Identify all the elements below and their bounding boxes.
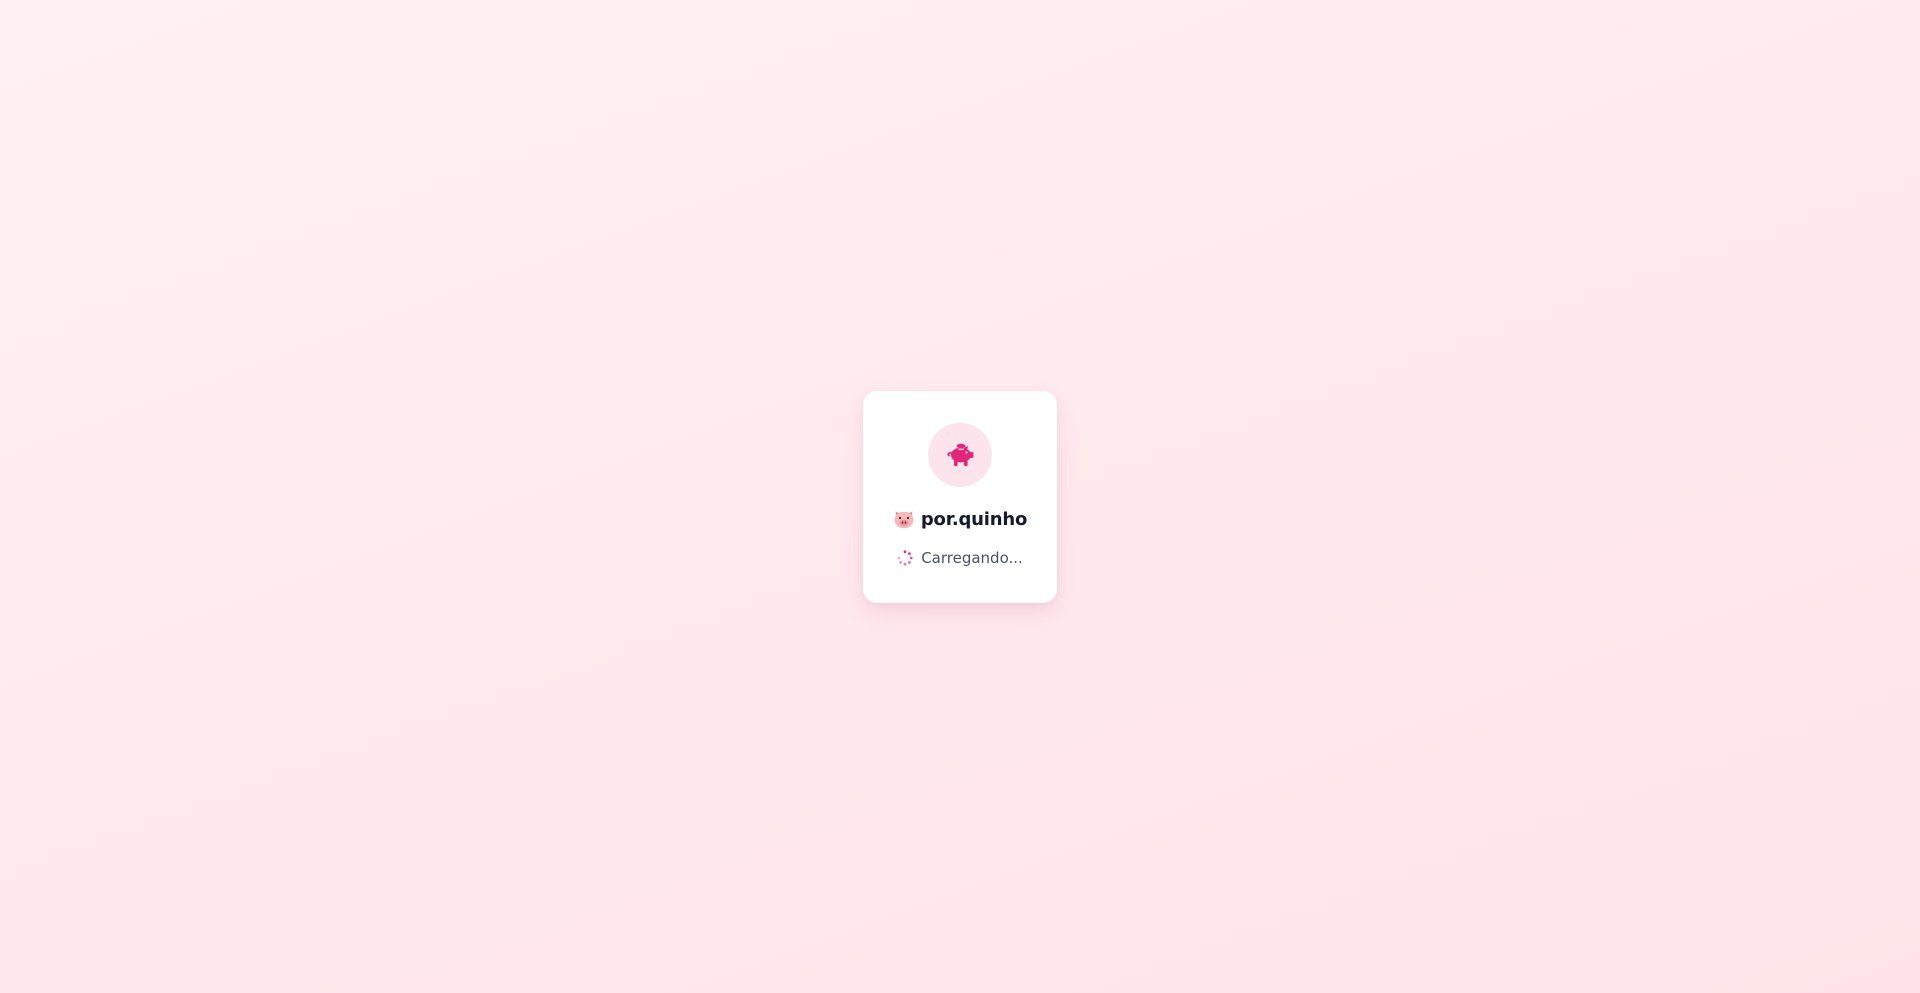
piggy-bank-icon [947,443,974,466]
loading-card: por.quinho Carregando... [863,391,1057,603]
pig-face-icon [894,511,914,529]
loading-text: Carregando... [921,549,1023,567]
brand-name: por.quinho [920,508,1028,530]
logo-badge [928,423,992,487]
loading-status: Carregando... [863,547,1057,569]
brand-title: por.quinho [863,505,1057,533]
loading-spinner-icon [897,550,913,566]
